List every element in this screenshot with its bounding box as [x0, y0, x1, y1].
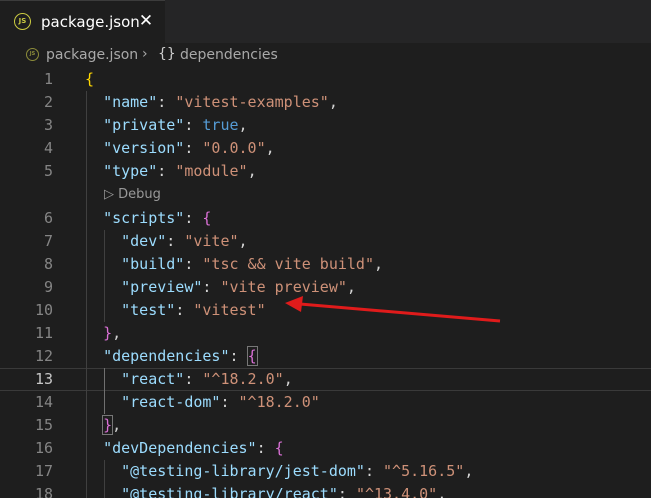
arrow-shaft — [299, 302, 501, 323]
arrow-head — [285, 296, 303, 312]
annotation-arrow — [285, 296, 501, 323]
